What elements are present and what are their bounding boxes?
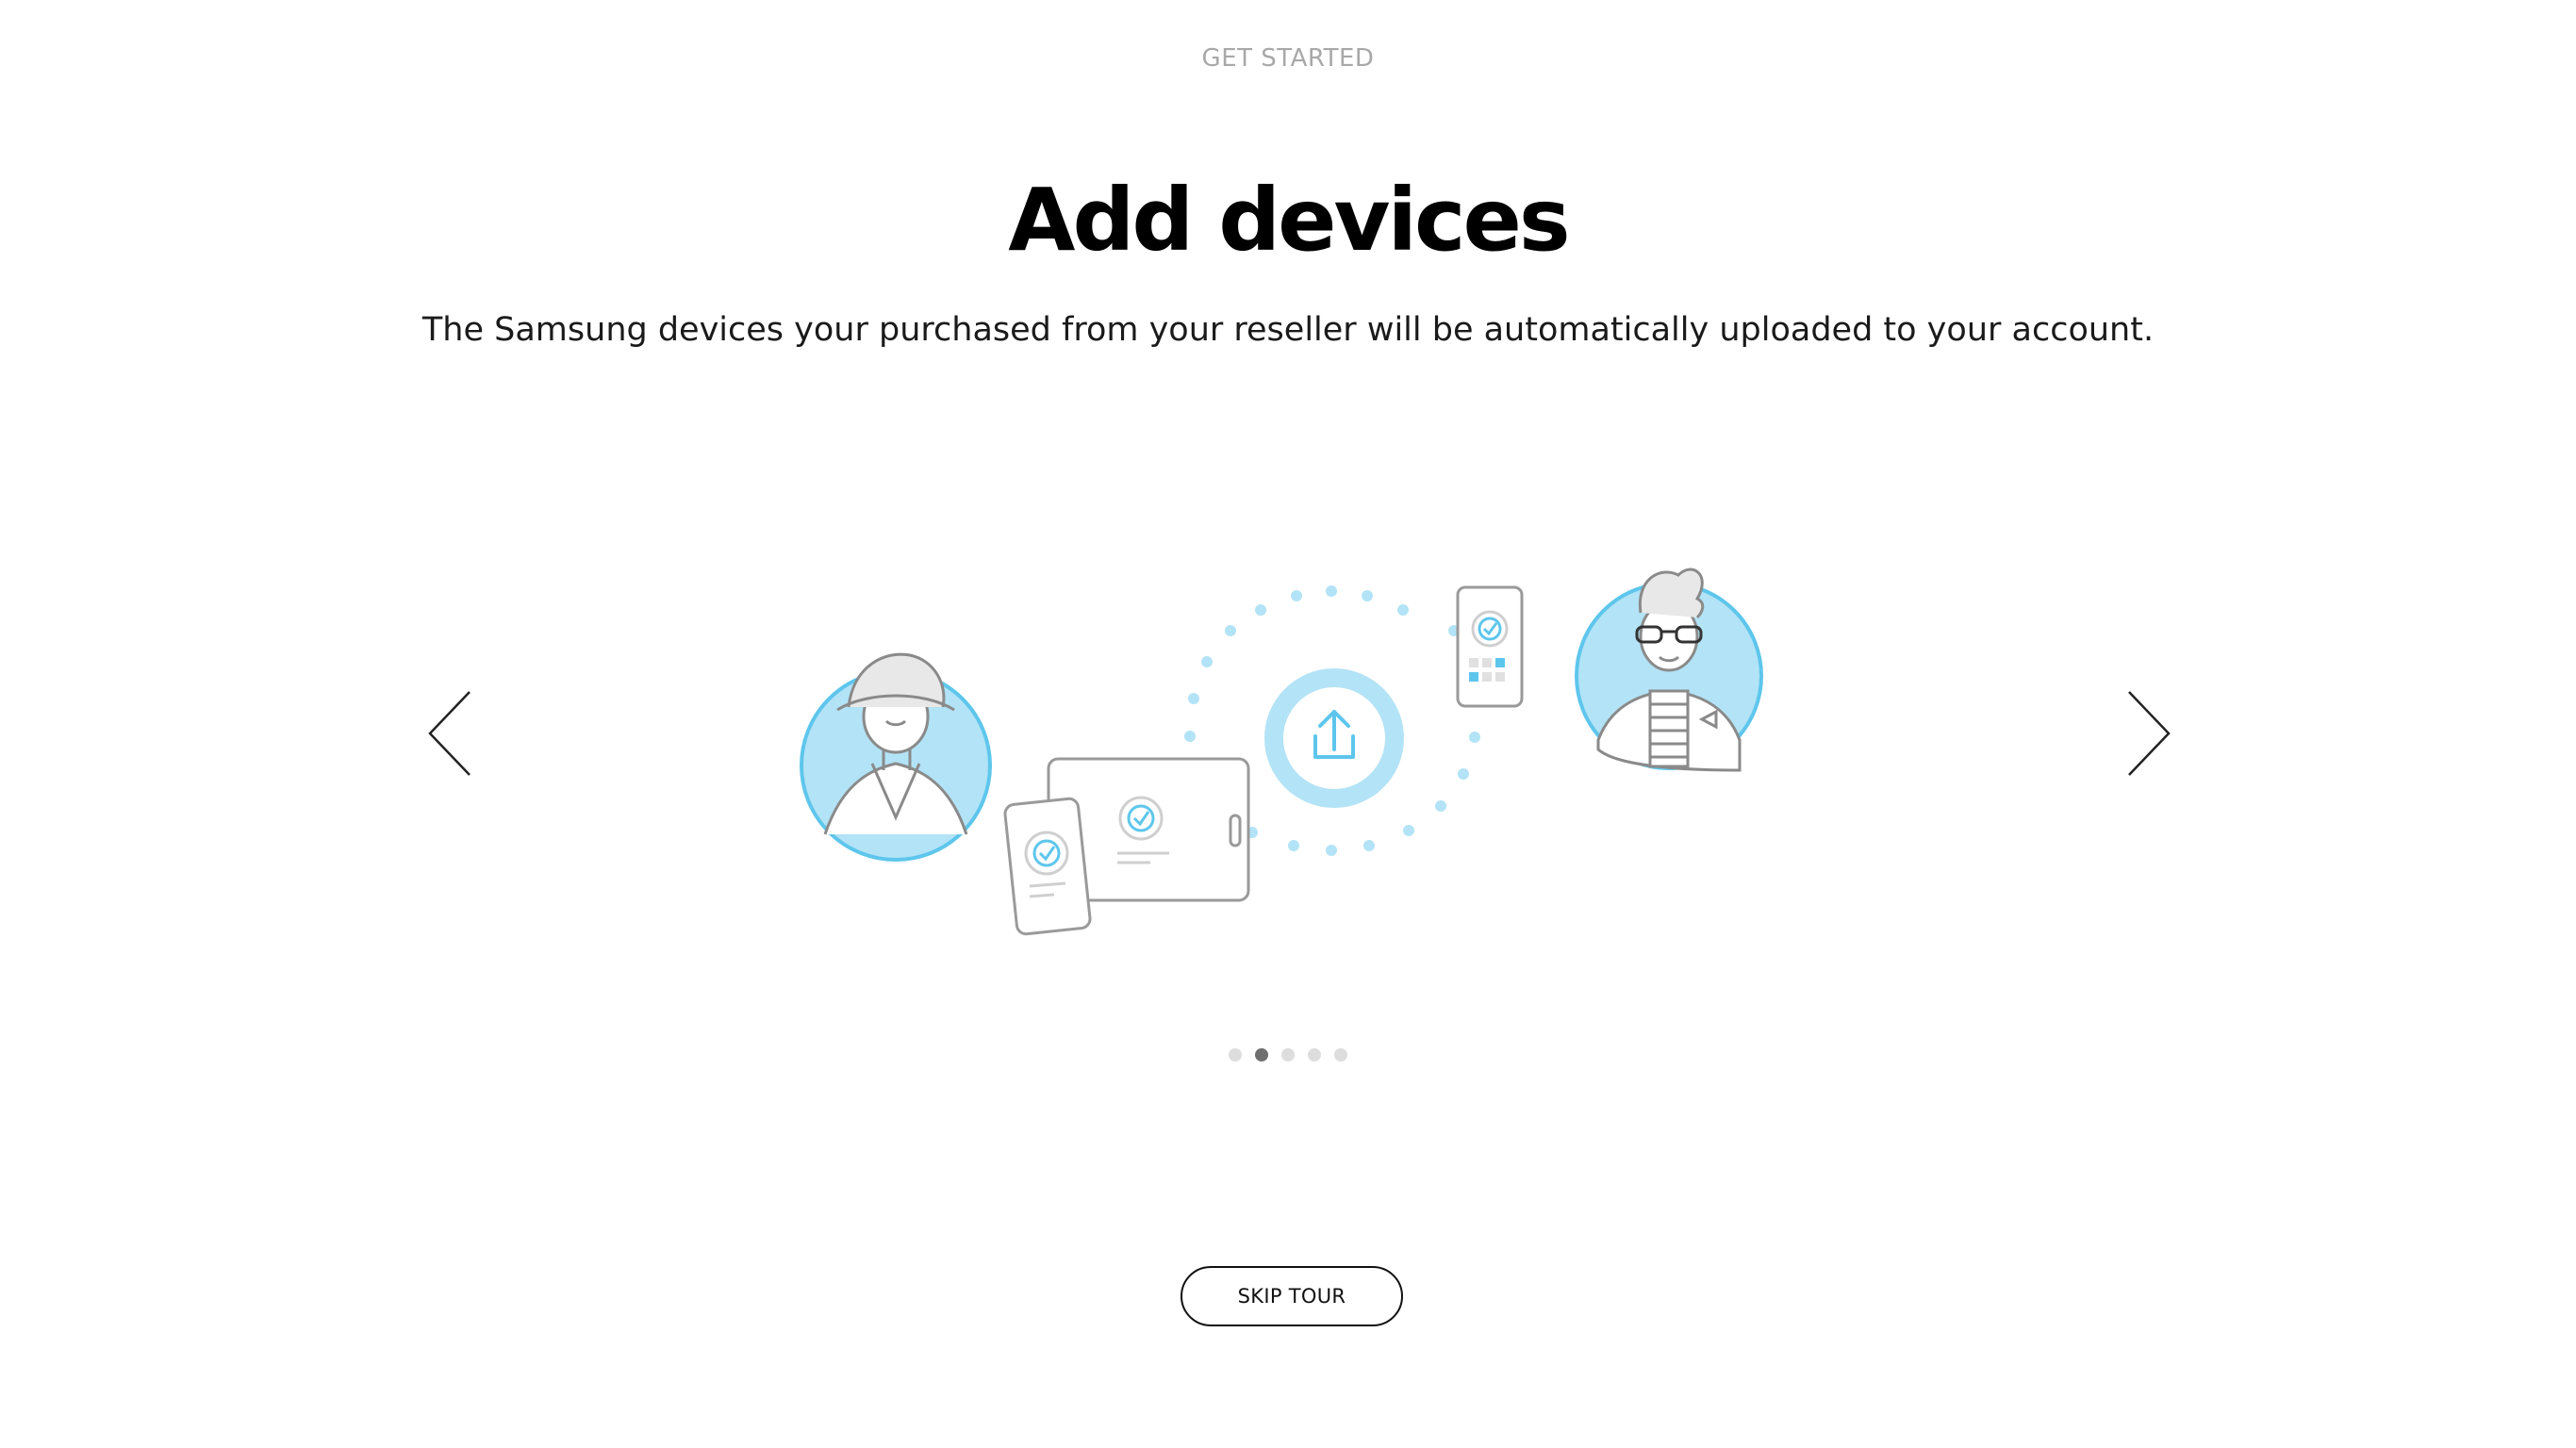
carousel-dot-1[interactable]: [1229, 1048, 1242, 1061]
chevron-right-icon: [2128, 691, 2171, 776]
carousel-next-button[interactable]: [2122, 688, 2174, 779]
person-left-illustration: [800, 652, 992, 862]
onboarding-page: GET STARTED Add devices The Samsung devi…: [0, 0, 2576, 1448]
carousel-dot-5[interactable]: [1334, 1048, 1347, 1061]
page-title: Add devices: [1008, 170, 1570, 271]
page-subtitle: The Samsung devices your purchased from …: [421, 311, 2155, 349]
add-devices-illustration: [792, 523, 1773, 938]
person-right-illustration: [1575, 568, 1763, 772]
illustration-svg: [800, 568, 1763, 936]
phone-left-illustration: [1003, 797, 1092, 936]
carousel-pagination: [0, 1048, 2576, 1061]
carousel-prev-button[interactable]: [424, 688, 477, 779]
upload-icon: [1264, 668, 1404, 808]
chevron-left-icon: [428, 691, 471, 776]
skip-tour-button[interactable]: SKIP TOUR: [1181, 1266, 1403, 1326]
eyebrow-label: GET STARTED: [1201, 44, 1375, 73]
carousel-dot-3[interactable]: [1281, 1048, 1295, 1061]
carousel-dot-2-active[interactable]: [1255, 1048, 1268, 1061]
phone-right-illustration: [1456, 585, 1524, 708]
carousel-dot-4[interactable]: [1308, 1048, 1321, 1061]
